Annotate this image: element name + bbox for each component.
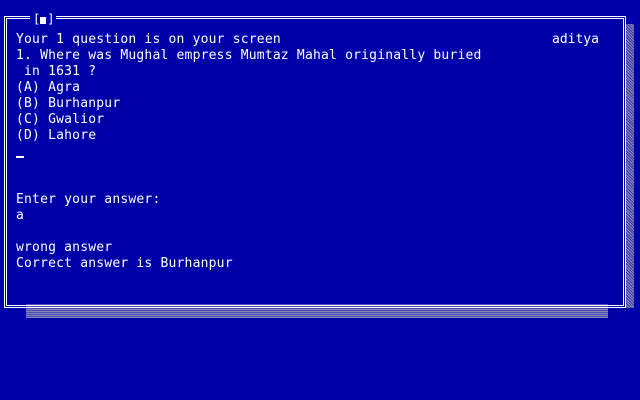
result-verdict: wrong answer [16,240,113,255]
window-shadow-right [626,24,634,308]
correct-answer-text: Correct answer is Burhanpur [16,256,233,271]
close-icon[interactable]: [] [30,13,57,26]
quiz-screen: [] Your 1 question is on your screen adi… [0,0,640,400]
option-c: (C) Gwalior [16,112,105,127]
answer-prompt-label: Enter your answer: [16,192,161,207]
user-name: aditya [552,32,599,47]
close-square-icon [40,17,47,24]
question-text-line-1: 1. Where was Mughal empress Mumtaz Mahal… [16,48,482,63]
question-text-line-2: in 1631 ? [16,64,97,79]
text-cursor [16,156,24,158]
status-text: Your 1 question is on your screen [16,32,281,47]
option-a: (A) Agra [16,80,81,95]
answer-input[interactable]: a [16,208,24,224]
option-d: (D) Lahore [16,128,97,143]
option-b: (B) Burhanpur [16,96,121,111]
